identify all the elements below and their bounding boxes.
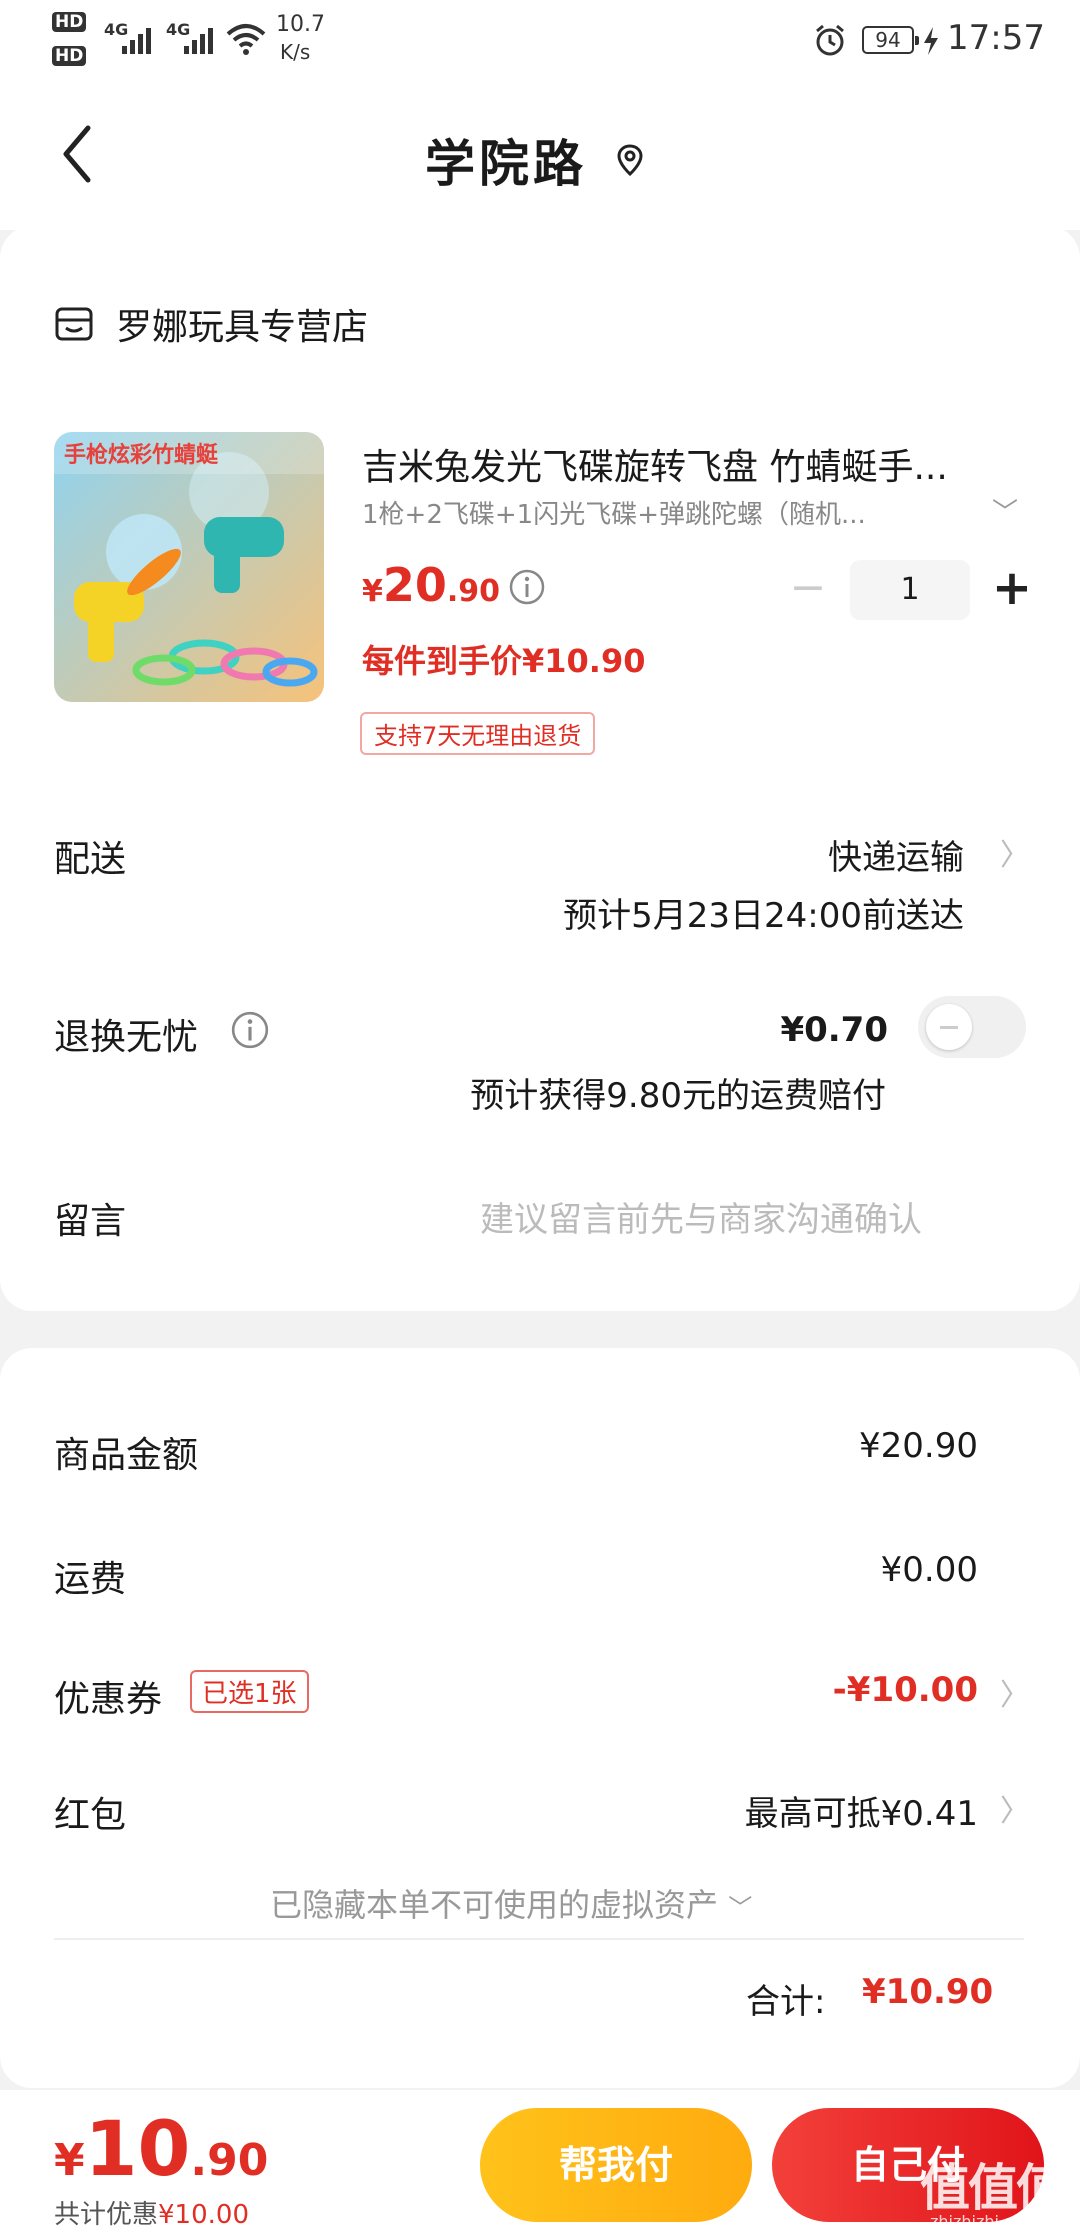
goods-amount-value: ¥20.90 [859,1426,978,1466]
quantity-stepper: − 1 + [780,560,1040,620]
delivery-method[interactable]: 快递运输 [828,830,964,879]
signal-icon-2 [184,28,213,54]
hd-indicator: HD [52,12,87,32]
return-insurance-desc: 预计获得9.80元的运费赔付 [470,1076,886,1116]
coupon-selected-tag: 已选1张 [190,1670,309,1713]
info-icon[interactable] [508,568,546,606]
price-symbol: ¥ [362,574,383,609]
help-me-pay-button[interactable]: 帮我付 [480,2108,752,2222]
wifi-icon [226,24,266,55]
order-card: 罗娜玩具专营店 手枪炫彩竹蜻蜓 吉米兔发光飞碟旋转飞盘 竹蜻蜓手... 1枪+2… [0,226,1080,1311]
status-bar: HD HD 4G 4G 10.7 K/s 94 17:57 [0,0,1080,80]
shipping-value: ¥0.00 [880,1550,978,1590]
product-image-caption: 手枪炫彩竹蜻蜓 [64,442,219,468]
delivery-label: 配送 [54,839,127,880]
network-speed-unit: K/s [280,40,311,64]
info-icon[interactable] [230,1010,270,1050]
chevron-left-icon [63,125,91,183]
pay-integer: 10 [84,2104,191,2193]
total-value: ¥10.90 [862,1972,994,2012]
price-decimal: .90 [446,574,501,609]
hidden-assets-toggle[interactable]: 已隐藏本单不可使用的虚拟资产 ﹀ [270,1880,752,1926]
coupon-label: 优惠券 [54,1679,163,1720]
pay-decimal: .90 [190,2135,269,2186]
battery-icon: 94 [862,26,919,54]
total-discount: 共计优惠¥10.00 [54,2194,249,2231]
product-image[interactable]: 手枪炫彩竹蜻蜓 [54,432,324,702]
watermark-logo: 值值值 [920,2159,1066,2217]
delivery-eta: 预计5月23日24:00前送达 [563,896,964,936]
clock: 17:57 [947,18,1045,58]
red-packet-label: 红包 [54,1795,127,1836]
goods-amount-label: 商品金额 [54,1435,199,1476]
total-discount-amount: ¥10.00 [158,2200,249,2230]
return-insurance-price: ¥0.70 [780,1010,888,1050]
price-integer: 20 [382,558,447,612]
return-policy-tag: 支持7天无理由退货 [360,712,596,755]
charging-icon [924,27,938,55]
coupon-value[interactable]: -¥10.00 [833,1670,978,1710]
chevron-down-icon: ﹀ [728,1894,753,1922]
chevron-right-icon[interactable]: 〉 [1000,1786,1030,1830]
final-unit-price: 每件到手价¥10.90 [362,642,646,680]
hidden-assets-text: 已隐藏本单不可使用的虚拟资产 [270,1886,719,1924]
remark-label: 留言 [54,1201,127,1242]
page-title: 学院路 [425,135,587,193]
red-packet-value[interactable]: 最高可抵¥0.41 [745,1786,978,1835]
total-discount-label: 共计优惠 [54,2200,159,2230]
alarm-icon [816,24,844,56]
shop-icon [55,307,93,341]
product-price: ¥ 20 .90 [362,558,500,612]
pay-amount: ¥ 10 .90 [54,2104,268,2193]
shipping-label: 运费 [54,1559,127,1600]
pay-symbol: ¥ [54,2135,85,2186]
header: 学院路 [0,80,1080,230]
chevron-right-icon[interactable]: 〉 [1000,830,1030,874]
divider [54,1938,1024,1940]
address-title[interactable]: 学院路 [425,124,645,196]
total-label: 合计: [746,1982,826,2022]
network-speed: 10.7 [276,12,325,37]
hd-indicator-2: HD [52,46,87,66]
increase-button[interactable]: + [984,560,1040,620]
chevron-right-icon[interactable]: 〉 [1000,1670,1030,1714]
signal-icon [122,28,151,54]
shop-row[interactable]: 罗娜玩具专营店 [54,298,368,350]
product-spec[interactable]: 1枪+2飞碟+1闪光飞碟+弹跳陀螺（随机... [362,494,907,531]
shop-name: 罗娜玩具专营店 [116,307,369,348]
chevron-down-icon[interactable]: ﹀ [992,492,1018,529]
quantity-input[interactable]: 1 [850,560,970,620]
decrease-button[interactable]: − [780,560,836,620]
return-insurance-label: 退换无忧 [54,1017,199,1058]
product-title[interactable]: 吉米兔发光飞碟旋转飞盘 竹蜻蜓手... [362,438,1002,490]
back-button[interactable] [52,114,112,194]
remark-input[interactable]: 建议留言前先与商家沟通确认 [480,1192,922,1241]
checkout-bar: ¥ 10 .90 共计优惠¥10.00 帮我付 自己付 [0,2090,1080,2240]
location-pin-icon [617,144,643,177]
return-insurance-toggle[interactable] [918,996,1026,1058]
watermark-url: zhizhizhi.com [930,2212,1039,2231]
